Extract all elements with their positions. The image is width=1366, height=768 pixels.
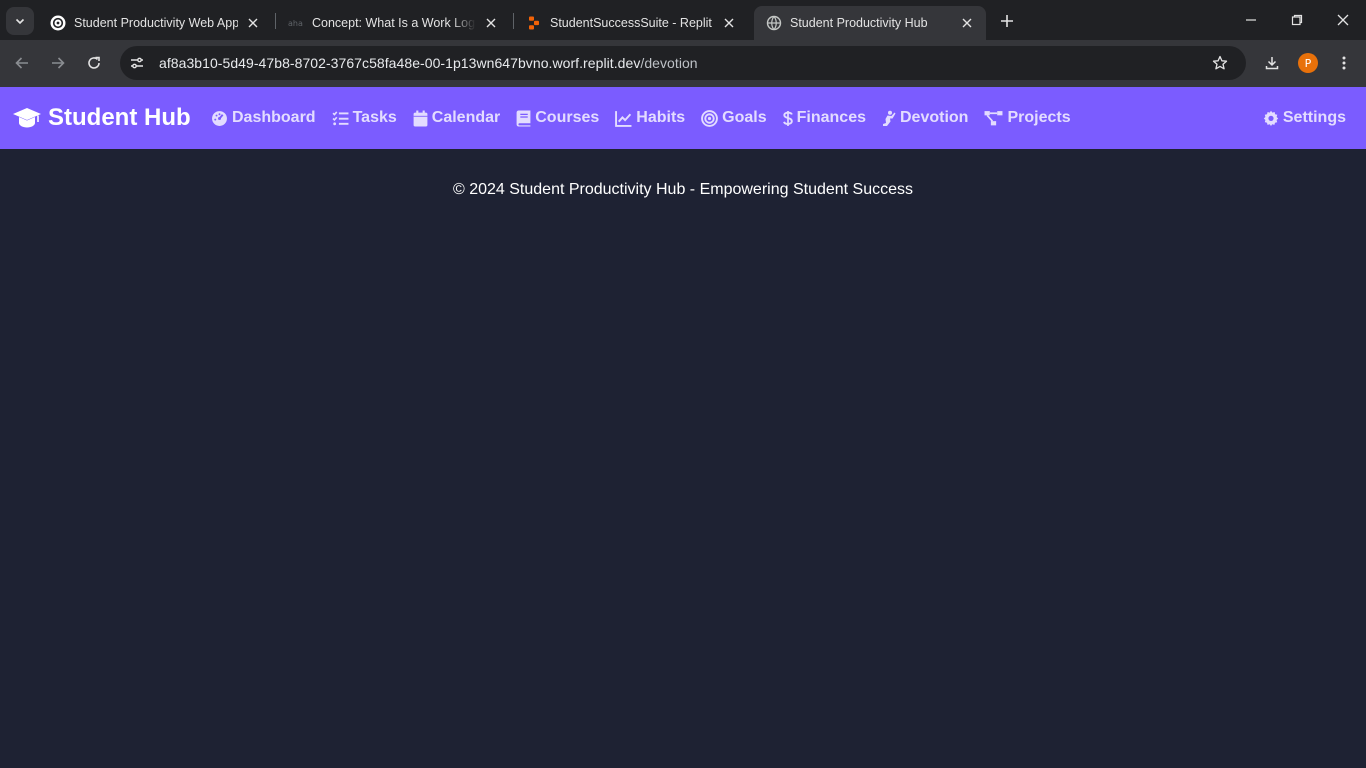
minimize-icon — [1246, 19, 1256, 21]
gauge-icon — [212, 110, 227, 126]
forward-button[interactable] — [44, 49, 72, 77]
nav-label: Finances — [796, 109, 866, 126]
brand-title: Student Hub — [48, 104, 191, 131]
url-path: /devotion — [640, 55, 698, 71]
downloads-button[interactable] — [1258, 49, 1286, 77]
nav-label: Calendar — [431, 109, 501, 126]
arrow-right-icon — [52, 57, 65, 69]
app-navbar: Student Hub Dashboard Tasks Calendar Cou… — [0, 87, 1366, 149]
tasks-icon — [332, 110, 349, 125]
nav-item-settings[interactable]: Settings — [1263, 87, 1346, 149]
main-nav: Dashboard Tasks Calendar Courses Habits … — [211, 87, 1087, 149]
tab-title: Student Productivity Web App — [74, 16, 238, 30]
restore-icon — [1291, 14, 1303, 26]
site-info-button[interactable] — [123, 49, 151, 77]
browser-tab[interactable]: StudentSuccessSuite - Replit — [514, 6, 748, 40]
replit-icon — [526, 15, 542, 31]
nav-item-devotion[interactable]: Devotion — [882, 109, 968, 127]
nav-label: Settings — [1282, 109, 1346, 126]
nav-label: Projects — [1007, 109, 1071, 126]
aha-icon: aha — [288, 15, 304, 31]
calendar-icon — [413, 110, 428, 126]
nav-label: Courses — [535, 109, 600, 126]
close-icon[interactable] — [958, 14, 976, 32]
star-icon — [1212, 55, 1228, 70]
close-icon[interactable] — [482, 14, 500, 32]
nav-label: Tasks — [352, 109, 397, 126]
footer-copyright: © 2024 Student Productivity Hub - Empowe… — [452, 181, 914, 198]
browser-menu-button[interactable] — [1330, 49, 1358, 77]
chevron-down-icon — [15, 18, 25, 25]
tab-search-button[interactable] — [6, 7, 34, 35]
back-button[interactable] — [8, 49, 36, 77]
nav-item-courses[interactable]: Courses — [516, 109, 599, 127]
tune-icon — [131, 57, 143, 69]
dollar-icon — [782, 110, 793, 126]
tab-title: Concept: What Is a Work Log and — [312, 16, 476, 30]
close-icon[interactable] — [720, 14, 738, 32]
download-icon — [1265, 57, 1279, 70]
graduation-cap-icon — [13, 108, 41, 128]
avatar: P — [1298, 53, 1318, 73]
nav-label: Dashboard — [232, 109, 316, 126]
bullseye-icon — [701, 109, 719, 127]
more-vertical-icon — [1342, 56, 1346, 70]
gear-icon — [1263, 110, 1279, 126]
nav-label: Habits — [636, 109, 686, 126]
nav-label: Devotion — [900, 109, 969, 126]
nav-item-finances[interactable]: Finances — [782, 109, 866, 127]
browser-tab[interactable]: aha Concept: What Is a Work Log and — [276, 6, 510, 40]
browser-toolbar: af8a3b10-5d49-47b8-8702-3767c58fa48e-00-… — [0, 40, 1366, 87]
url-host: af8a3b10-5d49-47b8-8702-3767c58fa48e-00-… — [159, 55, 641, 71]
svg-text:aha: aha — [288, 19, 303, 28]
restore-button[interactable] — [1274, 0, 1320, 40]
book-icon — [516, 110, 531, 126]
tab-title: Student Productivity Hub — [790, 16, 928, 30]
minimize-button[interactable] — [1228, 0, 1274, 40]
plus-icon — [1001, 15, 1013, 27]
browser-tab-active[interactable]: Student Productivity Hub — [754, 6, 986, 40]
bookmark-button[interactable] — [1208, 51, 1232, 75]
close-icon — [1337, 14, 1349, 26]
browser-tab[interactable]: Student Productivity Web App — [38, 6, 272, 40]
reload-icon — [88, 56, 100, 69]
address-bar[interactable]: af8a3b10-5d49-47b8-8702-3767c58fa48e-00-… — [120, 46, 1246, 80]
nav-item-tasks[interactable]: Tasks — [332, 109, 397, 127]
nav-item-projects[interactable]: Projects — [984, 109, 1071, 127]
browser-tab-strip: Student Productivity Web App aha Concept… — [0, 0, 1366, 40]
nav-item-dashboard[interactable]: Dashboard — [211, 109, 316, 127]
nav-label: Goals — [722, 109, 767, 126]
reload-button[interactable] — [80, 49, 108, 77]
new-tab-button[interactable] — [993, 7, 1021, 35]
nav-item-calendar[interactable]: Calendar — [413, 109, 500, 127]
chart-line-icon — [615, 110, 632, 127]
nav-item-goals[interactable]: Goals — [701, 109, 767, 127]
brand-link[interactable]: Student Hub — [12, 87, 191, 149]
tab-title: StudentSuccessSuite - Replit — [550, 16, 712, 30]
arrow-left-icon — [15, 57, 28, 69]
globe-icon — [766, 15, 782, 31]
project-diagram-icon — [984, 110, 1003, 125]
close-window-button[interactable] — [1320, 0, 1366, 40]
url-text[interactable]: af8a3b10-5d49-47b8-8702-3767c58fa48e-00-… — [159, 55, 698, 71]
nav-item-habits[interactable]: Habits — [615, 109, 685, 127]
profile-button[interactable]: P — [1294, 49, 1322, 77]
openai-icon — [50, 15, 66, 31]
praying-icon — [883, 110, 896, 126]
close-icon[interactable] — [244, 14, 262, 32]
